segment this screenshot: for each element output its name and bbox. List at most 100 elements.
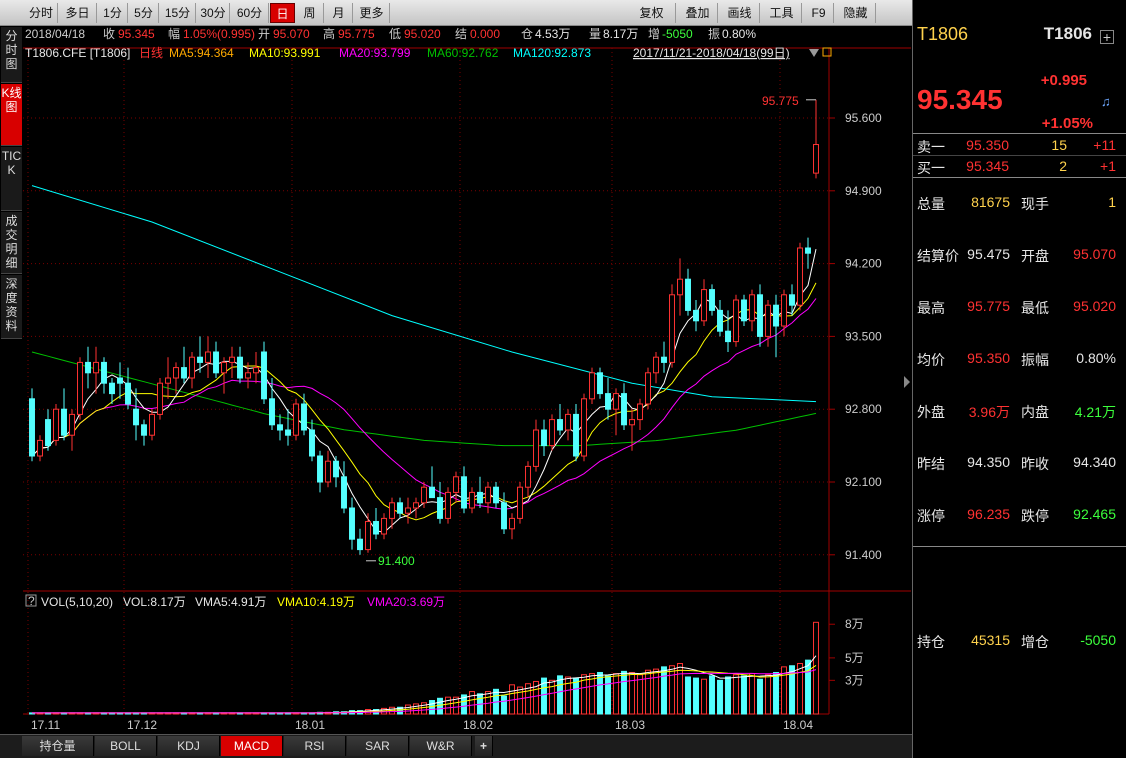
volume-bar bbox=[573, 677, 579, 715]
symbol-title: T1806 bbox=[917, 24, 969, 44]
period-4-button[interactable]: 15分 bbox=[160, 3, 196, 23]
tool-2-button[interactable]: 画线 bbox=[720, 3, 760, 23]
stat-value: 81675 bbox=[971, 194, 1010, 210]
period-1-button[interactable]: 多日 bbox=[59, 3, 97, 23]
candle-body bbox=[213, 351, 219, 374]
ma20-label: MA20:93.799 bbox=[339, 46, 411, 60]
panel-divider bbox=[913, 546, 1126, 547]
period-6-button[interactable]: 60分 bbox=[231, 3, 269, 23]
candle-body bbox=[725, 330, 731, 343]
candle-body bbox=[261, 351, 267, 400]
candle-body bbox=[373, 521, 379, 535]
quote-high: 95.775 bbox=[338, 27, 375, 41]
candle-body bbox=[709, 289, 715, 311]
candle-body bbox=[517, 486, 523, 519]
candle-body bbox=[757, 294, 763, 337]
period-0-button[interactable]: 分时 bbox=[25, 3, 58, 23]
volume-bar bbox=[597, 671, 603, 715]
symbol-code: T1806 bbox=[1043, 24, 1092, 43]
indicator-tab-3[interactable]: MACD bbox=[221, 736, 283, 756]
candle-body bbox=[653, 356, 659, 374]
candle-body bbox=[597, 372, 603, 395]
volume-bar bbox=[693, 677, 699, 715]
period-3-button[interactable]: 5分 bbox=[129, 3, 159, 23]
candle-body bbox=[157, 382, 163, 415]
alert-bell-icon[interactable]: ♫ bbox=[1101, 94, 1111, 109]
volume-bar bbox=[637, 674, 643, 715]
collapse-panel-handle[interactable] bbox=[903, 370, 911, 394]
low-annotation: 91.400 bbox=[378, 554, 415, 568]
candle-body bbox=[189, 356, 195, 379]
candle-body bbox=[29, 398, 35, 457]
add-indicator-icon[interactable]: + bbox=[475, 736, 493, 756]
period-8-button[interactable]: 周 bbox=[296, 3, 324, 23]
candle-body bbox=[269, 398, 275, 426]
volume-bar bbox=[653, 668, 659, 715]
candle-body bbox=[581, 398, 587, 457]
quote-high-label: 高 bbox=[323, 26, 335, 41]
candle-body bbox=[797, 247, 803, 306]
top-toolbar: 分时 多日 1分 5分 15分 30分 60分日周月更多 复权 叠加 画线 工具 F9 隐藏 bbox=[0, 0, 912, 26]
price-change: +0.995 bbox=[1040, 72, 1087, 89]
candle-body bbox=[53, 408, 59, 441]
indicator-tab-1[interactable]: BOLL bbox=[95, 736, 157, 756]
side-tab-0[interactable]: 分时图 bbox=[1, 27, 22, 83]
side-tab-1[interactable]: K线图 bbox=[1, 84, 22, 146]
volume-bar bbox=[565, 676, 571, 715]
help-icon-glyph: ? bbox=[28, 594, 35, 608]
period-10-button[interactable]: 更多 bbox=[354, 3, 390, 23]
candle-body bbox=[557, 419, 563, 431]
candle-body bbox=[237, 356, 243, 379]
candle-body bbox=[381, 517, 387, 535]
candle-body bbox=[789, 294, 795, 306]
indicator-tab-5[interactable]: SAR bbox=[347, 736, 409, 756]
volume-bar bbox=[621, 670, 627, 715]
period-5-button[interactable]: 30分 bbox=[197, 3, 230, 23]
candle-body bbox=[613, 393, 619, 410]
candle-body bbox=[541, 429, 547, 447]
candle-body bbox=[245, 372, 251, 379]
tool-0-button[interactable]: 复权 bbox=[628, 3, 676, 23]
quote-change: 1.05%(0.995) bbox=[183, 27, 255, 41]
candle-body bbox=[173, 367, 179, 379]
candle-body bbox=[629, 419, 635, 426]
candle-body bbox=[277, 424, 283, 431]
volume-bar bbox=[429, 700, 435, 715]
period-label: 日线 bbox=[139, 46, 163, 60]
indicator-tab-4[interactable]: RSI bbox=[284, 736, 346, 756]
candle-body bbox=[77, 361, 83, 415]
price-tick-label: 92.800 bbox=[845, 402, 882, 416]
tool-5-button[interactable]: 隐藏 bbox=[836, 3, 876, 23]
tool-1-button[interactable]: 叠加 bbox=[678, 3, 718, 23]
price-change-pct: +1.05% bbox=[1041, 115, 1093, 132]
tool-3-button[interactable]: 工具 bbox=[762, 3, 802, 23]
candle-body bbox=[389, 502, 395, 519]
volume-bar bbox=[701, 678, 707, 715]
date-range-label[interactable]: 2017/11/21-2018/04/18(99日) bbox=[633, 46, 790, 60]
candle-body bbox=[149, 413, 155, 436]
stat-label: 现手 bbox=[1021, 196, 1049, 212]
stat-value: -5050 bbox=[1080, 632, 1116, 648]
kline-chart[interactable]: 95.600 94.900 94.200 93.500 92.800 92.100 91.4… bbox=[23, 26, 911, 734]
ma5-label: MA5:94.364 bbox=[169, 46, 234, 60]
indicator-tab-6[interactable]: W&R bbox=[410, 736, 472, 756]
candle-body bbox=[45, 419, 51, 447]
stat-label: 昨收 bbox=[1021, 456, 1049, 472]
volume-bar bbox=[813, 621, 819, 715]
side-tab-3[interactable]: 成交明细 bbox=[1, 212, 22, 274]
period-2-button[interactable]: 1分 bbox=[98, 3, 128, 23]
candle-body bbox=[69, 413, 75, 436]
indicator-tab-2[interactable]: KDJ bbox=[158, 736, 220, 756]
chart-area[interactable]: 95.600 94.900 94.200 93.500 92.800 92.100 91.4… bbox=[23, 26, 911, 734]
tool-4-button[interactable]: F9 bbox=[804, 3, 834, 23]
side-tab-2[interactable]: TICK bbox=[1, 147, 22, 211]
bid-delta: +1 bbox=[1100, 158, 1116, 174]
date-tick-label: 18.01 bbox=[295, 718, 325, 732]
side-tab-4[interactable]: 深度资料 bbox=[1, 275, 22, 339]
period-9-button[interactable]: 月 bbox=[325, 3, 353, 23]
stat-label: 外盘 bbox=[917, 404, 945, 420]
indicator-tab-0[interactable]: 持仓量 bbox=[22, 736, 94, 756]
add-watchlist-icon[interactable]: + bbox=[1100, 30, 1114, 44]
quote-oi: 4.53万 bbox=[535, 27, 570, 41]
period-7-button[interactable]: 日 bbox=[270, 3, 295, 23]
